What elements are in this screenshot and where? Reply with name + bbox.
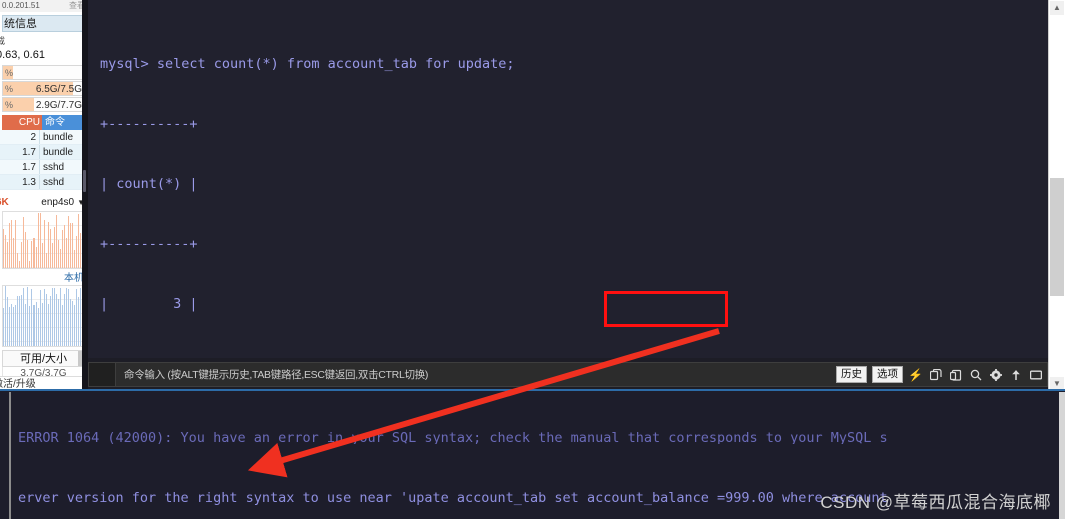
search-icon[interactable] [968,367,983,382]
copy-icon[interactable] [928,367,943,382]
window-icon[interactable] [1028,367,1043,382]
terminal-line: +----------+ [100,354,1048,358]
memory-meter-left-label: % [5,84,14,94]
memory-meter: % 6.5G/7.5G [2,81,85,96]
network-header: 6K enp4s0 ▼ [0,194,85,210]
network-speed: 6K [0,196,9,208]
lightning-icon[interactable]: ⚡ [908,367,923,382]
process-header-command: 命令 [42,115,85,130]
network-traffic-graph [2,211,85,269]
bottom-terminal-right-scrollbar[interactable] [1059,392,1065,519]
sidebar-load-average: 0.63, 0.61 [0,49,45,61]
process-cpu: 1.7 [0,145,40,159]
terminal-line: +----------+ [100,116,198,132]
sidebar-host-label: 0.0.201.51 [2,1,40,10]
process-cpu: 2 [0,130,40,144]
scroll-up-icon[interactable]: ▲ [1050,1,1064,15]
process-cpu: 1.7 [0,160,40,174]
bottom-terminal-left-border [9,392,11,519]
table-row[interactable]: 1.7 bundle [0,145,87,160]
terminal-vertical-scrollbar[interactable]: ▲ ▼ [1048,0,1065,392]
sidebar-subtitle: 载 [0,33,87,47]
process-command: bundle [43,132,74,143]
process-cpu: 1.3 [0,175,40,189]
memory-meter-value: 6.5G/7.5G [35,84,82,95]
sidebar-section-title: 系统信息 [2,15,85,32]
swap-meter-left-label: % [5,100,14,110]
local-traffic-graph [2,285,85,347]
swap-meter-value: 2.9G/7.7G [35,100,82,111]
network-interface[interactable]: enp4s0 [41,197,74,208]
table-row[interactable]: 1.7 sshd [0,160,87,175]
scrollbar-thumb[interactable] [1050,178,1064,296]
cpu-meter: % [2,65,85,80]
process-command: sshd [43,162,65,173]
watermark-text: CSDN @草莓西瓜混合海底椰 [820,493,1051,512]
sidebar-topbar: 0.0.201.51 查看 [0,0,87,12]
swap-meter: % 2.9G/7.7G [2,97,85,112]
cpu-meter-left-label: % [5,68,14,78]
upload-icon[interactable] [1008,367,1023,382]
system-monitor-sidebar: 0.0.201.51 查看 系统信息 载 0.63, 0.61 % % 6.5G… [0,0,88,392]
table-row[interactable]: 2 bundle [0,130,87,145]
network-graph-label: 本机 [64,273,84,284]
process-command: sshd [43,177,65,188]
splitter-grip-icon [83,170,86,192]
process-table-header: CPU 命令 [2,115,85,130]
screenshot-root: 0.0.201.51 查看 系统信息 载 0.63, 0.61 % % 6.5G… [0,0,1065,519]
history-button[interactable]: 历史 [836,366,867,383]
command-bar-gutter [88,362,115,387]
terminal-line: | count(*) | [100,176,198,192]
disk-table-header: 可用/大小 [2,350,85,367]
terminal-output-top[interactable]: mysql> select count(*) from account_tab … [88,0,1048,358]
table-row[interactable]: 1.3 sshd [0,175,87,190]
terminal-line: | 3 | [100,296,198,312]
process-header-cpu: CPU [2,115,42,130]
paste-icon[interactable] [948,367,963,382]
command-input-bar[interactable]: 命令输入 (按ALT键提示历史,TAB键路径,ESC键返回,双击CTRL切换) … [115,362,1048,387]
terminal-line: mysql> select count(*) from account_tab … [100,56,515,72]
terminal-line: +----------+ [100,236,198,252]
gear-icon[interactable] [988,367,1003,382]
disk-header-label: 可用/大小 [19,353,68,365]
process-command: bundle [43,147,74,158]
command-input-placeholder: 命令输入 (按ALT键提示历史,TAB键路径,ESC键返回,双击CTRL切换) [124,369,429,381]
options-button[interactable]: 选项 [872,366,903,383]
terminal-line: ERROR 1064 (42000): You have an error in… [18,430,888,444]
